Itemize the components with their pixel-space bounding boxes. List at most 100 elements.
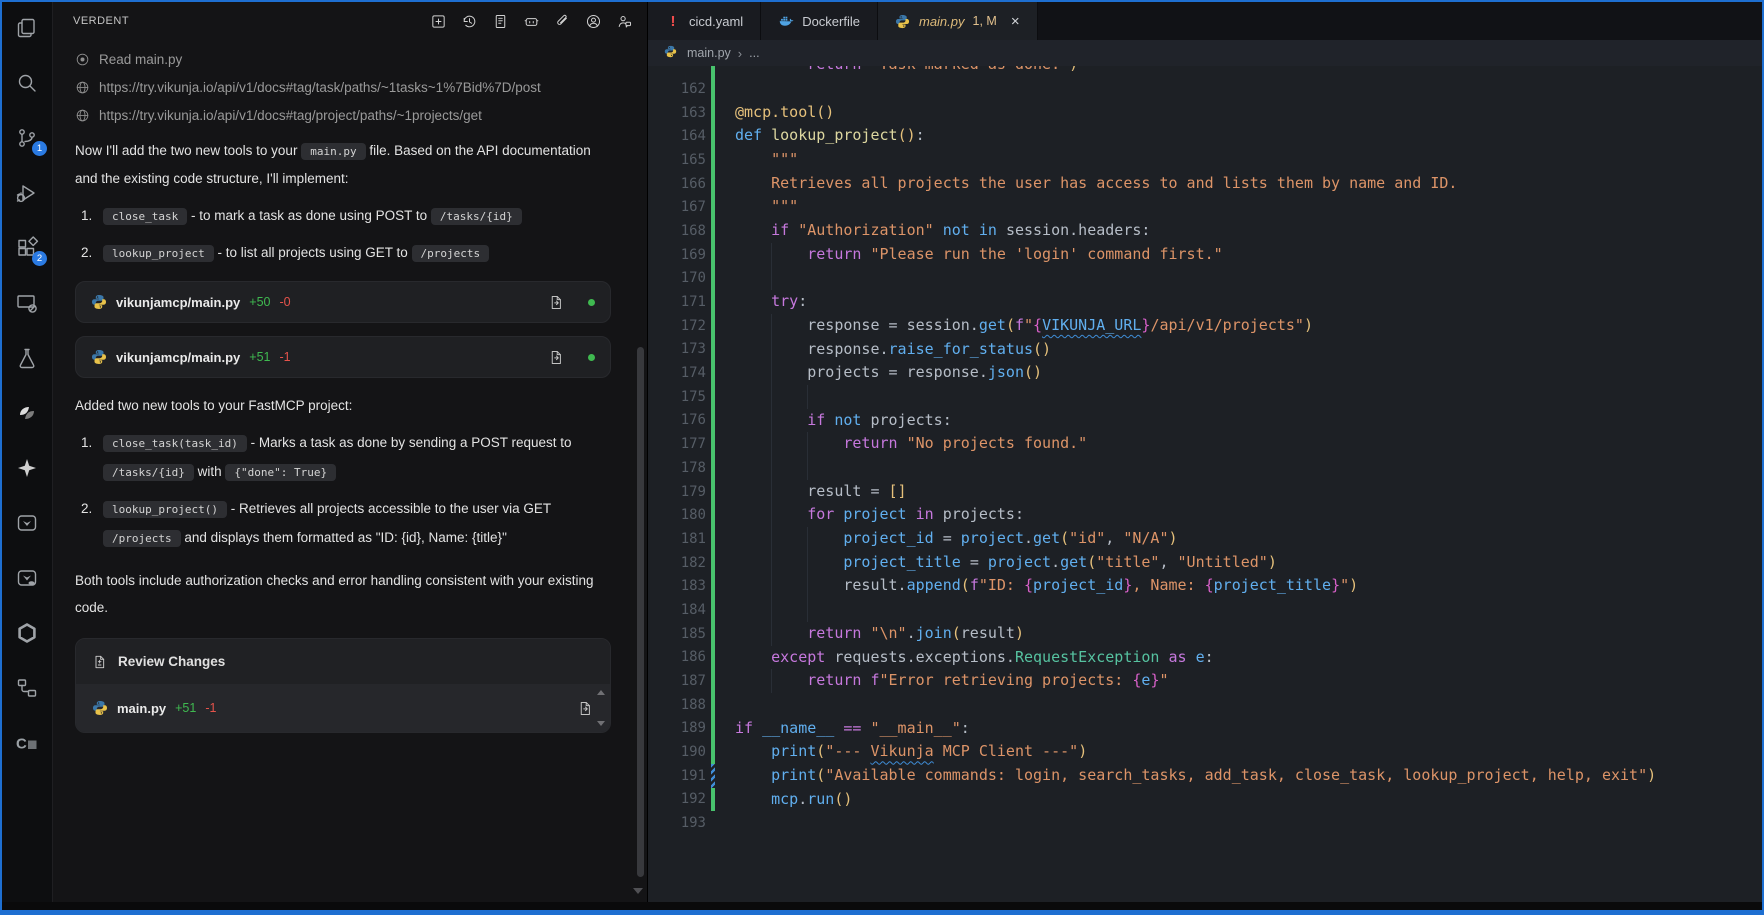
file-change-card[interactable]: vikunjamcp/main.py+51-1: [75, 336, 611, 378]
open-diff-icon[interactable]: [548, 294, 565, 311]
scroll-down-arrow[interactable]: [597, 721, 605, 726]
indent-guide: [771, 669, 772, 693]
activity-item-run-debug[interactable]: [14, 180, 40, 206]
code-token: get: [1060, 553, 1087, 571]
code-token: (: [1087, 553, 1096, 571]
editor-tab-main.py[interactable]: main.py1, M×: [878, 2, 1038, 40]
attach-icon[interactable]: [554, 13, 571, 30]
activity-item-sparkle[interactable]: [14, 455, 40, 481]
code-line[interactable]: 169 return "Please run the 'login' comma…: [648, 243, 1762, 267]
activity-item-source-control[interactable]: 1: [14, 125, 40, 151]
code-line[interactable]: 178: [648, 456, 1762, 480]
reference-link-row[interactable]: https://try.vikunja.io/api/v1/docs#tag/p…: [75, 108, 611, 123]
code-token: .: [1024, 529, 1033, 547]
code-token: try: [771, 292, 798, 310]
code-line[interactable]: 188: [648, 693, 1762, 717]
code-line[interactable]: 187 return f"Error retrieving projects: …: [648, 669, 1762, 693]
code-line[interactable]: 172 response = session.get(f"{VIKUNJA_UR…: [648, 314, 1762, 338]
review-changes-card: Review Changesmain.py+51-1: [75, 638, 611, 733]
breadcrumb-more[interactable]: ...: [749, 46, 759, 60]
code-line[interactable]: 183 result.append(f"ID: {project_id}, Na…: [648, 574, 1762, 598]
activity-item-c-ext[interactable]: C: [14, 730, 40, 756]
code-line[interactable]: return "Task marked as done."): [648, 66, 1762, 77]
scroll-up-arrow[interactable]: [597, 690, 605, 695]
code-line[interactable]: 179 result = []: [648, 480, 1762, 504]
indent-guide: [771, 338, 772, 362]
code-line[interactable]: 175: [648, 385, 1762, 409]
code-token: return: [807, 624, 870, 642]
activity-item-explorer[interactable]: [14, 15, 40, 41]
indent-guide: [771, 456, 772, 480]
notes-icon[interactable]: [492, 13, 509, 30]
file-change-card[interactable]: vikunjamcp/main.py+50-0: [75, 281, 611, 323]
code-token: in: [916, 505, 943, 523]
code-line[interactable]: 191 print("Available commands: login, se…: [648, 764, 1762, 788]
code-token: ): [1304, 316, 1313, 334]
list-item: 2.lookup_project - to list all projects …: [81, 239, 611, 268]
activity-item-toolbox-2[interactable]: [14, 565, 40, 591]
history-icon[interactable]: [461, 13, 478, 30]
code-token: =: [889, 316, 907, 334]
code-line[interactable]: 174 projects = response.json(): [648, 361, 1762, 385]
code-line[interactable]: 190 print("--- Vikunja MCP Client ---"): [648, 740, 1762, 764]
account-icon[interactable]: [585, 13, 602, 30]
changed-file-row[interactable]: main.py+51-1: [76, 684, 610, 732]
activity-item-extensions[interactable]: 2: [14, 235, 40, 261]
code-line[interactable]: 168 if "Authorization" not in session.he…: [648, 219, 1762, 243]
code-line[interactable]: 181 project_id = project.get("id", "N/A"…: [648, 527, 1762, 551]
activity-item-testing[interactable]: [14, 345, 40, 371]
code-line[interactable]: 171 try:: [648, 290, 1762, 314]
breadcrumb[interactable]: main.py › ...: [648, 40, 1762, 66]
code-line[interactable]: 182 project_title = project.get("title",…: [648, 551, 1762, 575]
feedback-icon[interactable]: [616, 13, 633, 30]
code-line[interactable]: 180 for project in projects:: [648, 503, 1762, 527]
code-token: /api/v1/projects": [1150, 316, 1304, 334]
code-token: :: [961, 719, 970, 737]
globe-icon: [75, 80, 90, 95]
editor-tab-dockerfile[interactable]: Dockerfile: [761, 2, 878, 40]
code-token: mcp: [771, 790, 798, 808]
activity-item-remote-explorer[interactable]: [14, 290, 40, 316]
editor-region: !cicd.yamlDockerfilemain.py1, M× main.py…: [647, 2, 1762, 902]
line-number: 176: [648, 412, 706, 428]
code-line[interactable]: 177 return "No projects found.": [648, 432, 1762, 456]
tab-close-icon[interactable]: ×: [1011, 14, 1020, 29]
code-line[interactable]: 165 """: [648, 148, 1762, 172]
lines-removed: -1: [279, 350, 290, 364]
code-editor[interactable]: return "Task marked as done.")162163@mcp…: [648, 66, 1762, 902]
activity-item-hexagon-ext[interactable]: [14, 620, 40, 646]
open-diff-icon[interactable]: [577, 700, 594, 717]
code-line[interactable]: 192 mcp.run(): [648, 788, 1762, 812]
open-diff-icon[interactable]: [548, 349, 565, 366]
code-line[interactable]: 163@mcp.tool(): [648, 101, 1762, 125]
activity-item-toolbox-1[interactable]: [14, 510, 40, 536]
code-line[interactable]: 164def lookup_project():: [648, 124, 1762, 148]
code-line[interactable]: 166 Retrieves all projects the user has …: [648, 172, 1762, 196]
robot-icon[interactable]: [523, 13, 540, 30]
code-line[interactable]: 170: [648, 267, 1762, 291]
activity-item-search[interactable]: [14, 70, 40, 96]
assistant-paragraph: Added two new tools to your FastMCP proj…: [75, 392, 611, 419]
code-line[interactable]: 193: [648, 811, 1762, 835]
code-line[interactable]: 189if __name__ == "__main__":: [648, 717, 1762, 741]
code-line[interactable]: 185 return "\n".join(result): [648, 622, 1762, 646]
breadcrumb-file[interactable]: main.py: [687, 46, 731, 60]
code-token: join: [916, 624, 952, 642]
code-line[interactable]: 176 if not projects:: [648, 409, 1762, 433]
code-line[interactable]: 184: [648, 598, 1762, 622]
code-token: "Error retrieving projects:: [880, 671, 1133, 689]
sidebar-scroll-down-arrow[interactable]: [633, 888, 643, 894]
activity-item-flowchart-ext[interactable]: [14, 675, 40, 701]
review-changes-header[interactable]: Review Changes: [76, 639, 610, 684]
verdent-sidebar: VERDENT Read main.pyhttps://try.vikunja.…: [52, 2, 647, 902]
sidebar-scrollbar[interactable]: [637, 347, 644, 877]
editor-tab-cicd.yaml[interactable]: !cicd.yaml: [648, 2, 761, 40]
gutter-added-marker: [711, 622, 715, 646]
activity-item-verdent-logo[interactable]: [14, 400, 40, 426]
code-line[interactable]: 167 """: [648, 195, 1762, 219]
code-line[interactable]: 162: [648, 77, 1762, 101]
code-line[interactable]: 186 except requests.exceptions.RequestEx…: [648, 646, 1762, 670]
new-chat-icon[interactable]: [430, 13, 447, 30]
code-line[interactable]: 173 response.raise_for_status(): [648, 338, 1762, 362]
reference-link-row[interactable]: https://try.vikunja.io/api/v1/docs#tag/t…: [75, 80, 611, 95]
